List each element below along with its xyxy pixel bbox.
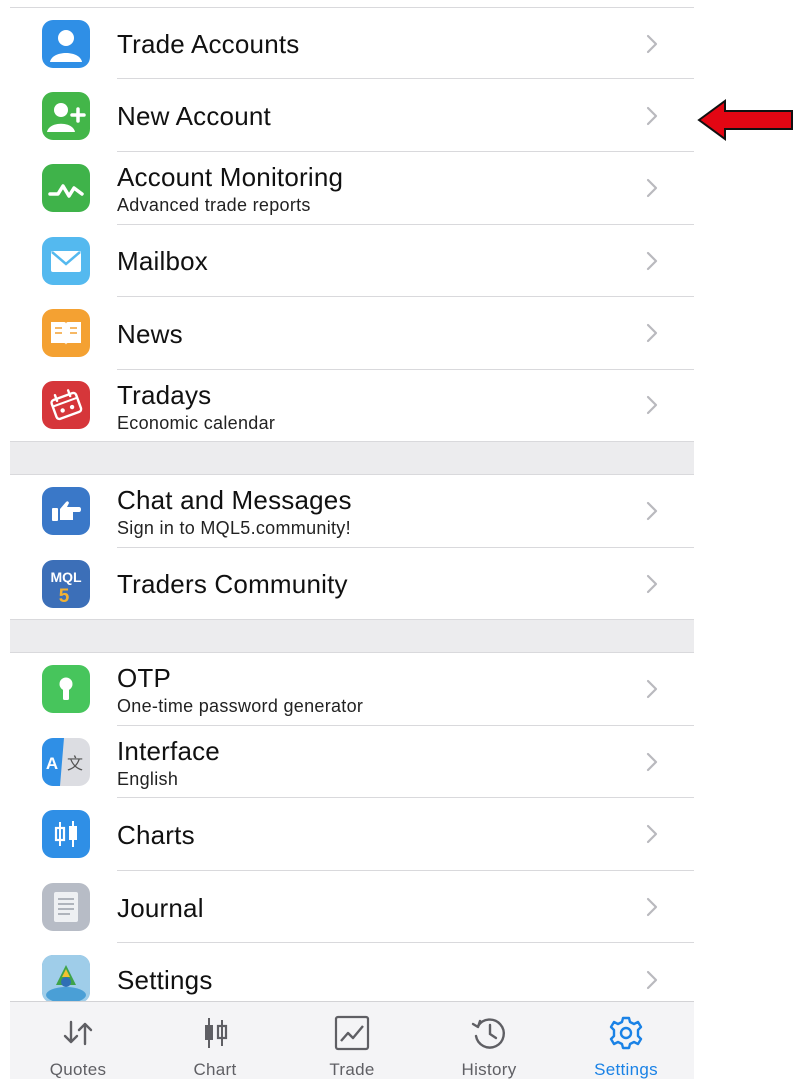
menu-item-title: OTP <box>117 663 172 693</box>
menu-item-chat-and-messages[interactable]: Chat and Messages Sign in to MQL5.commun… <box>10 475 694 548</box>
tab-label: Settings <box>594 1060 658 1079</box>
chevron-right-icon <box>646 679 658 699</box>
tab-quotes[interactable]: Quotes <box>10 1002 146 1079</box>
tab-label: Quotes <box>49 1060 107 1079</box>
chevron-right-icon <box>646 897 658 917</box>
menu-item-subtitle: Sign in to MQL5.community! <box>117 518 351 538</box>
chevron-right-icon <box>646 106 658 126</box>
menu-item-subtitle: Advanced trade reports <box>117 195 311 215</box>
menu-item-title: Chat and Messages <box>117 485 352 515</box>
section-gap <box>10 620 694 653</box>
tab-label: Chart <box>193 1060 237 1079</box>
menu-item-news[interactable]: News <box>10 297 694 370</box>
history-icon <box>471 1018 505 1049</box>
menu-item-title: Tradays <box>117 380 212 410</box>
thumb-pointing-icon <box>42 487 90 535</box>
menu-item-subtitle: Economic calendar <box>117 413 276 433</box>
chevron-right-icon <box>646 251 658 271</box>
translate-icon: A文 <box>42 738 90 786</box>
menu-item-interface[interactable]: A文 Interface English <box>10 726 694 798</box>
user-icon <box>42 20 90 68</box>
menu-item-title: Journal <box>117 893 204 923</box>
menu-item-tradays[interactable]: Tradays Economic calendar <box>10 370 694 441</box>
bottom-tab-bar: Quotes Chart Trade History Settings <box>10 1001 694 1079</box>
chevron-right-icon <box>646 395 658 415</box>
settings-screen: Trade Accounts New Account Account Monit… <box>10 0 694 1079</box>
menu-item-trade-accounts[interactable]: Trade Accounts <box>10 8 694 80</box>
row-divider <box>117 78 694 79</box>
menu-item-mailbox[interactable]: Mailbox <box>10 225 694 297</box>
menu-item-title: News <box>117 319 183 349</box>
menu-item-title: New Account <box>117 101 271 131</box>
menu-item-title: Charts <box>117 820 195 850</box>
tab-settings[interactable]: Settings <box>558 1002 694 1079</box>
chevron-right-icon <box>646 752 658 772</box>
svg-text:A: A <box>46 754 58 773</box>
menu-item-title: Settings <box>117 965 213 995</box>
chevron-right-icon <box>646 34 658 54</box>
key-icon <box>42 665 90 713</box>
metatrader-icon <box>42 955 90 1003</box>
menu-item-journal[interactable]: Journal <box>10 871 694 943</box>
add-user-icon <box>42 92 90 140</box>
menu-item-title: Trade Accounts <box>117 29 300 59</box>
gear-icon <box>609 1016 643 1050</box>
svg-text:MQL: MQL <box>50 569 82 585</box>
section-gap <box>10 442 694 475</box>
chart-candles-icon <box>205 1018 228 1048</box>
tab-chart[interactable]: Chart <box>147 1002 283 1079</box>
tab-history[interactable]: History <box>421 1002 557 1079</box>
chevron-right-icon <box>646 824 658 844</box>
red-arrow-icon <box>697 99 793 141</box>
quotes-arrows-icon <box>63 1020 93 1046</box>
menu-item-charts[interactable]: Charts <box>10 798 694 871</box>
calendar-icon <box>42 381 90 429</box>
menu-item-title: Interface <box>117 736 220 766</box>
menu-item-settings[interactable]: Settings <box>10 943 694 1003</box>
menu-item-subtitle: One-time password generator <box>117 696 364 716</box>
tab-trade[interactable]: Trade <box>284 1002 420 1079</box>
svg-text:文: 文 <box>67 754 83 773</box>
menu-item-title: Account Monitoring <box>117 162 344 192</box>
trade-chart-icon <box>334 1015 370 1051</box>
mql5-icon: MQL 5 <box>42 560 90 608</box>
menu-item-title: Traders Community <box>117 569 348 599</box>
tab-label: History <box>461 1060 517 1079</box>
chevron-right-icon <box>646 323 658 343</box>
chevron-right-icon <box>646 574 658 594</box>
svg-text:5: 5 <box>59 586 70 607</box>
menu-item-account-monitoring[interactable]: Account Monitoring Advanced trade report… <box>10 152 694 225</box>
mail-icon <box>42 237 90 285</box>
menu-item-otp[interactable]: OTP One-time password generator <box>10 653 694 726</box>
pulse-chart-icon <box>42 164 90 212</box>
chevron-right-icon <box>646 970 658 990</box>
tab-label: Trade <box>329 1060 375 1079</box>
candlestick-icon <box>42 810 90 858</box>
book-icon <box>42 309 90 357</box>
menu-item-new-account[interactable]: New Account <box>10 80 694 152</box>
chevron-right-icon <box>646 178 658 198</box>
menu-item-title: Mailbox <box>117 246 208 276</box>
chevron-right-icon <box>646 501 658 521</box>
document-icon <box>42 883 90 931</box>
menu-item-subtitle: English <box>117 769 179 789</box>
menu-item-traders-community[interactable]: MQL 5 Traders Community <box>10 548 694 619</box>
